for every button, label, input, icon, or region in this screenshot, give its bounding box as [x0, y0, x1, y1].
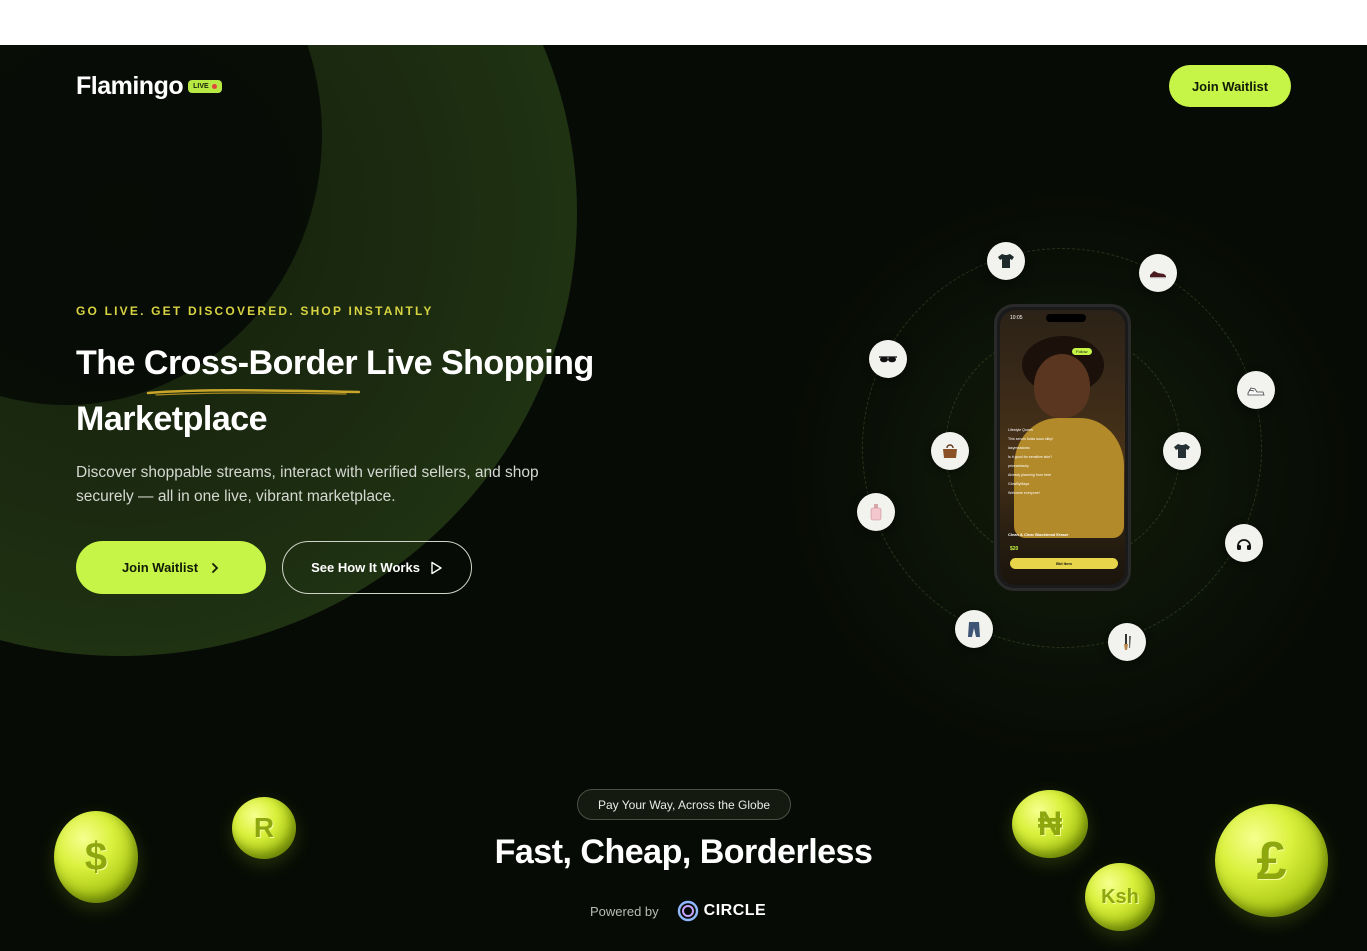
streamer-face	[1034, 354, 1090, 418]
live-badge: LIVE	[188, 80, 222, 93]
see-how-it-works-button[interactable]: See How It Works	[282, 541, 472, 594]
hero-headline-line1: The Cross-Border Live Shopping	[76, 344, 594, 382]
logo[interactable]: Flamingo LIVE	[76, 72, 222, 101]
hero-section: Flamingo LIVE Join Waitlist GO LIVE. GET…	[0, 45, 1367, 951]
orbit-handbag-icon	[931, 432, 969, 470]
product-name: Clean & Clear Blackhead Eraser	[1008, 532, 1069, 537]
phone-time: 10:05	[1010, 315, 1023, 321]
join-waitlist-button[interactable]: Join Waitlist	[76, 541, 266, 594]
orbit-tshirt-icon	[987, 242, 1025, 280]
coin-rand-icon: R	[232, 797, 296, 859]
powered-by-label: Powered by	[590, 903, 659, 919]
bid-button[interactable]: Bid Item	[1010, 558, 1118, 569]
live-badge-label: LIVE	[193, 83, 209, 90]
powered-by: Powered by CIRCLE	[590, 900, 766, 922]
orbit-sneaker-icon	[1139, 254, 1177, 292]
orbit-tshirt-dark-icon	[1163, 432, 1201, 470]
orbit-perfume-icon	[857, 493, 895, 531]
chat-user-3: priceadrastry	[1008, 464, 1029, 468]
chat-user-1: Lifestyle Queen	[1008, 428, 1033, 432]
orbit-brush-icon	[1108, 623, 1146, 661]
circle-logo-text: CIRCLE	[703, 902, 767, 919]
join-waitlist-label: Join Waitlist	[121, 560, 199, 575]
chat-user-2: lasymeadows	[1008, 446, 1030, 450]
orbit-jeans-icon	[955, 610, 993, 648]
coin-pound-icon: £	[1215, 804, 1328, 917]
hero-subtext: Discover shoppable streams, interact wit…	[76, 464, 539, 505]
live-chat: Lifestyle Queen This serum looks sooo si…	[1008, 428, 1098, 500]
product-price: $20	[1010, 546, 1019, 552]
phone-screen: 10:05 Follow Lifestyle Queen This serum …	[1000, 310, 1125, 585]
chat-msg-3: Already planning from here	[1008, 473, 1052, 477]
chevron-right-icon	[212, 562, 219, 573]
live-dot-icon	[211, 84, 217, 89]
circle-logo[interactable]: CIRCLE	[677, 900, 767, 922]
orbit-sunglasses-icon	[869, 340, 907, 378]
chat-msg-2: Is it good for sensitive skin?	[1008, 455, 1053, 459]
brush-underline-icon	[146, 389, 361, 396]
phone-mockup: 10:05 Follow Lifestyle Queen This serum …	[994, 304, 1131, 591]
follow-button[interactable]: Follow	[1072, 348, 1092, 355]
pay-your-way-pill: Pay Your Way, Across the Globe	[577, 789, 791, 820]
coin-dollar-icon: $	[54, 811, 138, 903]
orbit-headphones-icon	[1225, 524, 1263, 562]
circle-logo-icon	[677, 900, 698, 922]
nav-join-waitlist-button[interactable]: Join Waitlist	[1169, 65, 1291, 107]
orbit-shoes-icon	[1237, 371, 1275, 409]
play-icon	[431, 561, 442, 574]
hero-eyebrow: GO LIVE. GET DISCOVERED. SHOP INSTANTLY	[76, 304, 434, 318]
chat-msg-1: This serum looks sooo silky!	[1008, 437, 1053, 441]
hero-headline-line2: Marketplace	[76, 400, 268, 438]
coin-shilling-icon: Ksh	[1085, 863, 1155, 931]
see-how-label: See How It Works	[311, 560, 420, 575]
logo-text: Flamingo	[76, 72, 184, 100]
chat-msg-4: Welcome everyone!	[1008, 491, 1040, 495]
coin-naira-icon: ₦	[1012, 790, 1088, 858]
phone-notch	[1046, 314, 1086, 322]
section-title: Fast, Cheap, Borderless	[494, 833, 873, 871]
top-white-bar	[0, 0, 1367, 45]
chat-user-4: GlowByMaya	[1008, 482, 1030, 486]
